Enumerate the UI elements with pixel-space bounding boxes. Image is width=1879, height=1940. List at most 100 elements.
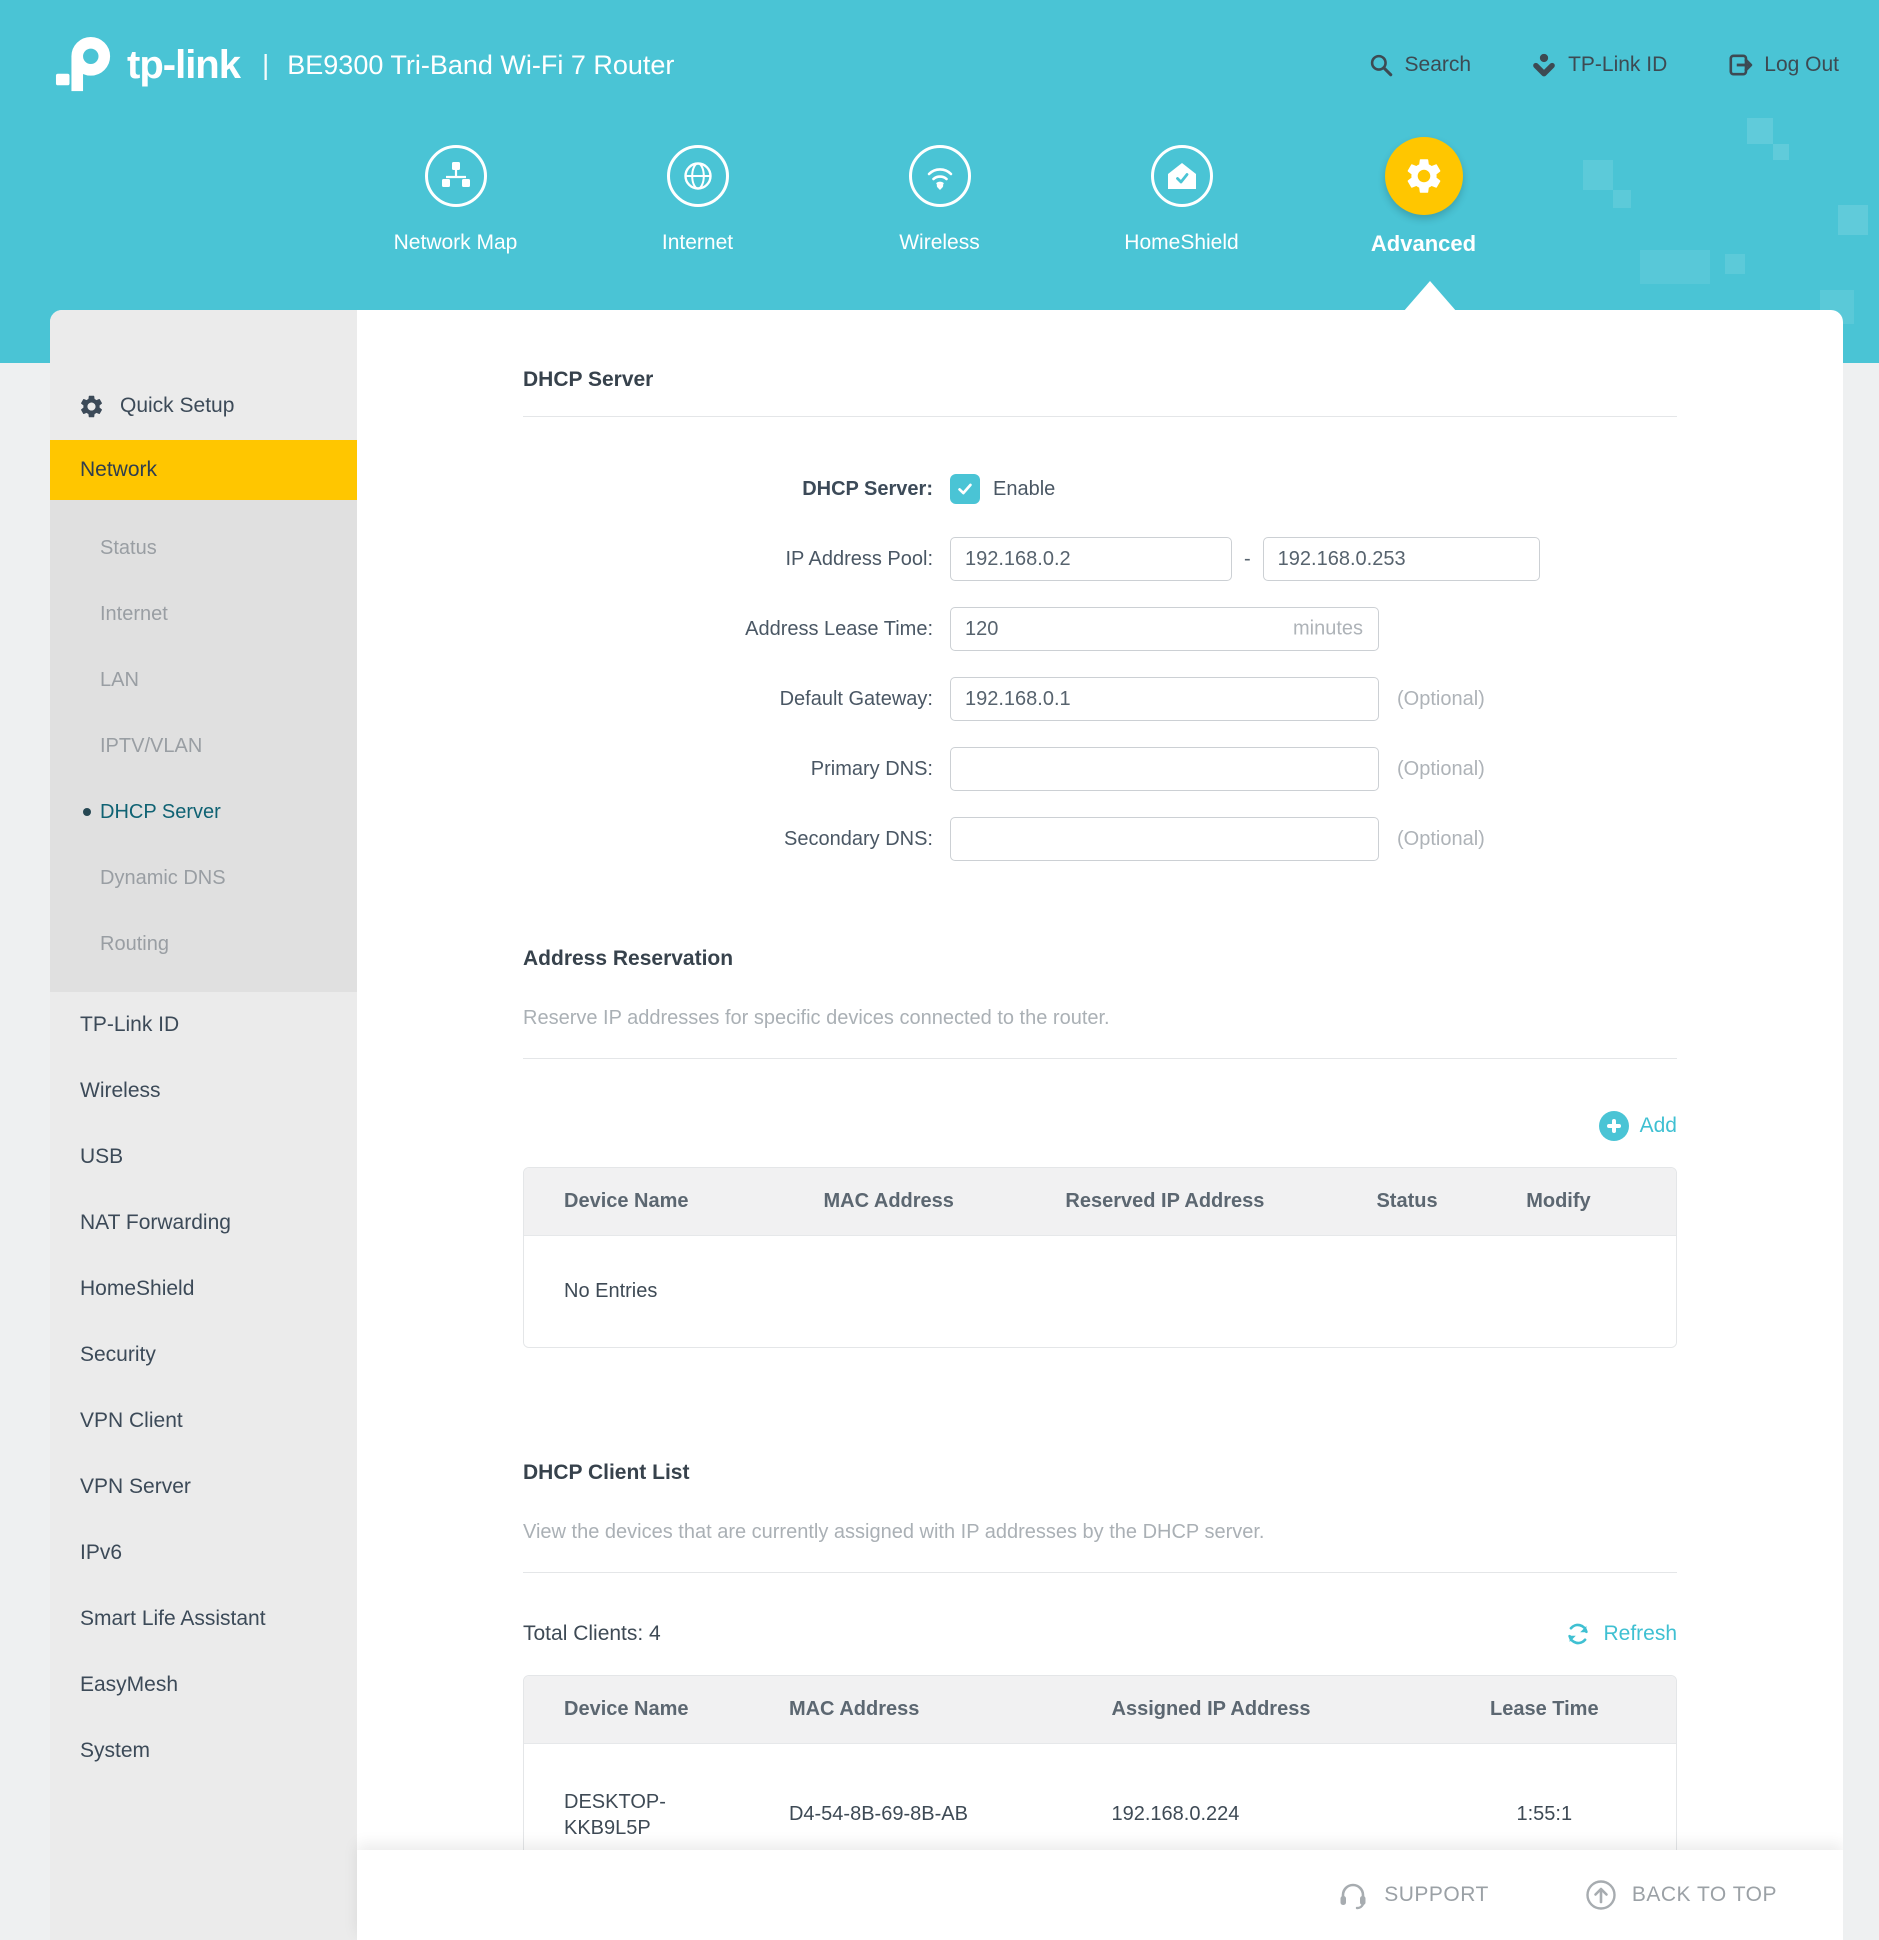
sidebar-item-vpn-client[interactable]: VPN Client (50, 1388, 357, 1454)
sidebar-item-wireless[interactable]: Wireless (50, 1058, 357, 1124)
sidebar-item-internet[interactable]: Internet (50, 581, 357, 647)
optional-hint: (Optional) (1397, 828, 1485, 851)
network-submenu: Status Internet LAN IPTV/VLAN DHCP Serve… (50, 500, 357, 992)
sidebar-item-status[interactable]: Status (50, 515, 357, 581)
top-bar: tp-link | BE9300 Tri-Band Wi-Fi 7 Router… (0, 0, 1879, 104)
headset-icon (1336, 1878, 1370, 1912)
default-gateway-input[interactable] (950, 677, 1379, 721)
col-modify: Modify (1526, 1168, 1676, 1236)
col-lease-time: Lease Time (1469, 1676, 1676, 1744)
search-label: Search (1405, 53, 1472, 77)
col-reserved-ip: Reserved IP Address (1065, 1168, 1376, 1236)
sidebar-item-nat-forwarding[interactable]: NAT Forwarding (50, 1190, 357, 1256)
sidebar-item-dhcp-server[interactable]: DHCP Server (50, 779, 357, 845)
primary-dns-label: Primary DNS: (523, 758, 950, 781)
divider (523, 416, 1677, 417)
nav-wireless[interactable]: Wireless (819, 145, 1061, 257)
logout-button[interactable]: Log Out (1727, 52, 1839, 78)
sidebar-item-vpn-server[interactable]: VPN Server (50, 1454, 357, 1520)
no-entries-cell: No Entries (524, 1236, 1676, 1347)
default-gateway-label: Default Gateway: (523, 688, 950, 711)
primary-dns-input[interactable] (950, 747, 1379, 791)
main-nav: Network Map Internet (0, 145, 1879, 257)
side-item-label: IPv6 (80, 1541, 122, 1565)
side-item-label: NAT Forwarding (80, 1211, 231, 1235)
side-item-label: HomeShield (80, 1277, 194, 1301)
dhcp-client-list-description: View the devices that are currently assi… (523, 1521, 1677, 1544)
refresh-button[interactable]: Refresh (1563, 1619, 1677, 1649)
network-map-icon (425, 145, 487, 207)
sidebar-item-lan[interactable]: LAN (50, 647, 357, 713)
col-device-name: Device Name (524, 1676, 789, 1744)
quick-setup-gear-icon (78, 393, 105, 420)
sidebar-item-label: Quick Setup (120, 394, 234, 418)
nav-homeshield[interactable]: HomeShield (1061, 145, 1303, 257)
lease-time-row: Address Lease Time: minutes (523, 607, 1677, 651)
sub-item-label: Dynamic DNS (100, 867, 226, 890)
table-header-row: Device Name MAC Address Assigned IP Addr… (524, 1676, 1676, 1744)
sidebar-item-routing[interactable]: Routing (50, 911, 357, 977)
nav-network-map[interactable]: Network Map (335, 145, 577, 257)
sub-item-label: DHCP Server (100, 801, 221, 824)
sidebar-item-homeshield[interactable]: HomeShield (50, 1256, 357, 1322)
deco-square (1747, 118, 1773, 144)
sidebar-item-tplink-id[interactable]: TP-Link ID (50, 992, 357, 1058)
sidebar-item-security[interactable]: Security (50, 1322, 357, 1388)
sidebar-item-iptv-vlan[interactable]: IPTV/VLAN (50, 713, 357, 779)
sidebar-item-dynamic-dns[interactable]: Dynamic DNS (50, 845, 357, 911)
col-mac-address: MAC Address (789, 1676, 1112, 1744)
sidebar-item-system[interactable]: System (50, 1718, 357, 1784)
support-label: SUPPORT (1384, 1883, 1489, 1907)
col-device-name: Device Name (524, 1168, 824, 1236)
topbar-actions: Search TP-Link ID Log Out (1368, 52, 1839, 78)
section-title-dhcp-server: DHCP Server (523, 368, 1677, 392)
primary-dns-row: Primary DNS: (Optional) (523, 747, 1677, 791)
side-item-label: TP-Link ID (80, 1013, 179, 1037)
deco-square (1725, 254, 1745, 274)
sub-item-label: Routing (100, 933, 169, 956)
tplink-id-label: TP-Link ID (1568, 53, 1667, 77)
add-reservation-button[interactable]: Add (1599, 1111, 1677, 1141)
sidebar-item-network[interactable]: Network (50, 440, 357, 500)
total-clients-label: Total Clients: 4 (523, 1622, 661, 1646)
ip-pool-end-input[interactable] (1263, 537, 1540, 581)
ip-pool-label: IP Address Pool: (523, 548, 950, 571)
enable-label: Enable (993, 478, 1055, 501)
dhcp-enable-checkbox[interactable] (950, 474, 980, 504)
back-to-top-button[interactable]: BACK TO TOP (1584, 1878, 1777, 1912)
nav-advanced[interactable]: Advanced (1303, 145, 1545, 257)
plus-icon (1599, 1111, 1629, 1141)
empty-row: No Entries (524, 1236, 1676, 1347)
nav-label: Network Map (394, 231, 518, 255)
tplink-id-button[interactable]: TP-Link ID (1531, 52, 1667, 78)
col-mac-address: MAC Address (824, 1168, 1066, 1236)
advanced-gear-icon (1385, 137, 1463, 215)
sidebar-item-quick-setup[interactable]: Quick Setup (50, 380, 357, 432)
search-button[interactable]: Search (1368, 52, 1472, 78)
sidebar-item-easymesh[interactable]: EasyMesh (50, 1652, 357, 1718)
section-title-dhcp-client-list: DHCP Client List (523, 1461, 1677, 1485)
refresh-label: Refresh (1603, 1622, 1677, 1646)
tplink-id-icon (1531, 52, 1557, 78)
dhcp-enable-row: DHCP Server: Enable (523, 467, 1677, 511)
secondary-dns-row: Secondary DNS: (Optional) (523, 817, 1677, 861)
ip-pool-separator: - (1244, 548, 1251, 571)
logout-label: Log Out (1764, 53, 1839, 77)
sidebar-item-ipv6[interactable]: IPv6 (50, 1520, 357, 1586)
homeshield-icon (1151, 145, 1213, 207)
brand: tp-link | BE9300 Tri-Band Wi-Fi 7 Router (55, 35, 674, 95)
nav-label: Advanced (1371, 231, 1476, 257)
up-arrow-circle-icon (1584, 1878, 1618, 1912)
lease-time-label: Address Lease Time: (523, 618, 950, 641)
divider (523, 1572, 1677, 1573)
nav-internet[interactable]: Internet (577, 145, 819, 257)
nav-label: HomeShield (1124, 231, 1238, 255)
secondary-dns-input[interactable] (950, 817, 1379, 861)
ip-pool-start-input[interactable] (950, 537, 1232, 581)
sidebar-item-usb[interactable]: USB (50, 1124, 357, 1190)
sidebar-item-smart-life-assistant[interactable]: Smart Life Assistant (50, 1586, 357, 1652)
check-icon (956, 480, 974, 498)
side-item-label: Security (80, 1343, 156, 1367)
support-button[interactable]: SUPPORT (1336, 1878, 1489, 1912)
side-item-label: System (80, 1739, 150, 1763)
